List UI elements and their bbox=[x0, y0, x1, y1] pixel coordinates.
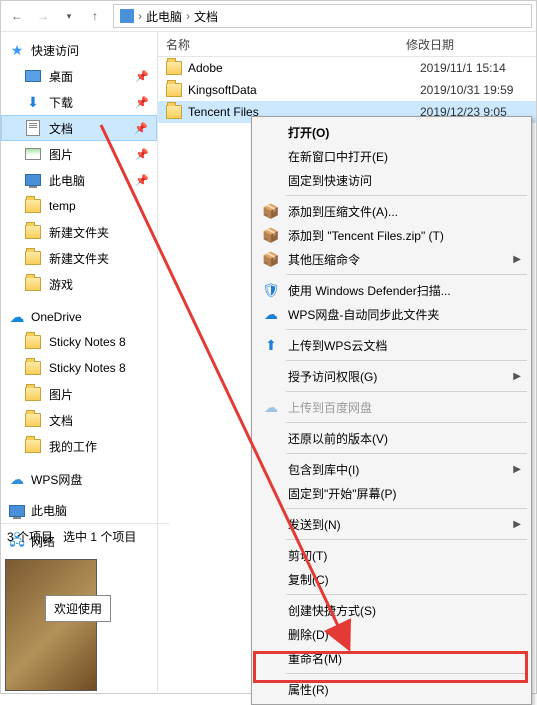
breadcrumb[interactable]: › 此电脑 › 文档 bbox=[113, 4, 532, 28]
download-icon: ⬇ bbox=[25, 94, 41, 110]
documents-icon bbox=[26, 120, 40, 136]
archive-icon: 📦 bbox=[262, 250, 280, 268]
status-selected: 选中 1 个项目 bbox=[63, 528, 136, 545]
desktop-preview: 欢迎使用 bbox=[1, 551, 157, 693]
menu-shortcut[interactable]: 创建快捷方式(S) bbox=[254, 598, 529, 622]
sidebar-item-thispc[interactable]: 此电脑📌 bbox=[1, 167, 157, 193]
sidebar-item-newfolder[interactable]: 新建文件夹 bbox=[1, 219, 157, 245]
column-headers: 名称 修改日期 bbox=[158, 32, 536, 57]
file-row[interactable]: Adobe2019/11/1 15:14 bbox=[158, 57, 536, 79]
recent-dropdown[interactable]: ▾ bbox=[57, 4, 81, 28]
chevron-right-icon: ▶ bbox=[513, 519, 521, 530]
folder-icon bbox=[25, 199, 41, 213]
chevron-right-icon: ▶ bbox=[513, 254, 521, 265]
menu-add-archive-named[interactable]: 📦添加到 "Tencent Files.zip" (T) bbox=[254, 223, 529, 247]
menu-copy[interactable]: 复制(C) bbox=[254, 567, 529, 591]
menu-baidu[interactable]: ☁上传到百度网盘 bbox=[254, 395, 529, 419]
folder-icon bbox=[166, 83, 182, 97]
pc-icon bbox=[9, 505, 25, 517]
folder-icon bbox=[166, 105, 182, 119]
baidu-icon: ☁ bbox=[262, 398, 280, 416]
onedrive-icon: ☁ bbox=[9, 309, 25, 325]
sidebar-item-od-work[interactable]: 我的工作 bbox=[1, 433, 157, 459]
sidebar-item-games[interactable]: 游戏 bbox=[1, 271, 157, 297]
menu-cut[interactable]: 剪切(T) bbox=[254, 543, 529, 567]
pin-icon: 📌 bbox=[135, 148, 149, 161]
folder-icon bbox=[25, 413, 41, 427]
sidebar-item-sticky[interactable]: Sticky Notes 8 bbox=[1, 329, 157, 355]
folder-icon bbox=[25, 387, 41, 401]
menu-defender[interactable]: 🛡使用 Windows Defender扫描... bbox=[254, 278, 529, 302]
status-count: 3 个项目 bbox=[7, 528, 53, 545]
menu-restore[interactable]: 还原以前的版本(V) bbox=[254, 426, 529, 450]
menu-properties[interactable]: 属性(R) bbox=[254, 677, 529, 701]
menu-pin-quick[interactable]: 固定到快速访问 bbox=[254, 168, 529, 192]
folder-icon bbox=[25, 439, 41, 453]
desktop-icon bbox=[25, 70, 41, 82]
menu-grant-access[interactable]: 授予访问权限(G)▶ bbox=[254, 364, 529, 388]
quick-access-header[interactable]: ★ 快速访问 bbox=[1, 38, 157, 63]
pin-icon: 📌 bbox=[134, 122, 148, 135]
address-toolbar: ← → ▾ ↑ › 此电脑 › 文档 bbox=[1, 1, 536, 32]
welcome-bubble: 欢迎使用 bbox=[45, 595, 111, 622]
sidebar-item-od-docs[interactable]: 文档 bbox=[1, 407, 157, 433]
pictures-icon bbox=[25, 148, 41, 160]
file-row[interactable]: KingsoftData2019/10/31 19:59 bbox=[158, 79, 536, 101]
chevron-right-icon: ▶ bbox=[513, 464, 521, 475]
folder-icon bbox=[25, 335, 41, 349]
folder-icon bbox=[25, 225, 41, 239]
archive-icon: 📦 bbox=[262, 226, 280, 244]
archive-icon: 📦 bbox=[262, 202, 280, 220]
menu-send-to[interactable]: 发送到(N)▶ bbox=[254, 512, 529, 536]
menu-rename[interactable]: 重命名(M) bbox=[254, 646, 529, 670]
menu-wps-upload[interactable]: ⬆上传到WPS云文档 bbox=[254, 333, 529, 357]
sidebar-item-pictures[interactable]: 图片📌 bbox=[1, 141, 157, 167]
col-date[interactable]: 修改日期 bbox=[406, 36, 536, 53]
sidebar-item-documents[interactable]: 文档📌 bbox=[1, 115, 157, 141]
menu-open[interactable]: 打开(O) bbox=[254, 120, 529, 144]
sidebar-item-newfolder[interactable]: 新建文件夹 bbox=[1, 245, 157, 271]
folder-icon bbox=[166, 61, 182, 75]
pc-icon bbox=[25, 174, 41, 186]
menu-add-archive[interactable]: 📦添加到压缩文件(A)... bbox=[254, 199, 529, 223]
chevron-right-icon: › bbox=[186, 9, 190, 23]
wps-upload-icon: ⬆ bbox=[262, 336, 280, 354]
sidebar-item-downloads[interactable]: ⬇下载📌 bbox=[1, 89, 157, 115]
chevron-right-icon: ▶ bbox=[513, 371, 521, 382]
pin-icon: 📌 bbox=[135, 70, 149, 83]
up-button[interactable]: ↑ bbox=[83, 4, 107, 28]
menu-other-zip[interactable]: 📦其他压缩命令▶ bbox=[254, 247, 529, 271]
breadcrumb-root[interactable]: 此电脑 bbox=[146, 8, 182, 25]
back-button[interactable]: ← bbox=[5, 4, 29, 28]
onedrive-header[interactable]: ☁OneDrive bbox=[1, 305, 157, 329]
folder-icon bbox=[25, 361, 41, 375]
folder-icon bbox=[25, 277, 41, 291]
chevron-right-icon: › bbox=[138, 9, 142, 23]
sidebar-item-temp[interactable]: temp bbox=[1, 193, 157, 219]
context-menu: 打开(O) 在新窗口中打开(E) 固定到快速访问 📦添加到压缩文件(A)... … bbox=[251, 116, 532, 705]
menu-delete[interactable]: 删除(D) bbox=[254, 622, 529, 646]
pc-icon bbox=[120, 9, 134, 23]
wps-cloud-icon: ☁ bbox=[9, 472, 25, 488]
pin-icon: 📌 bbox=[135, 174, 149, 187]
col-name[interactable]: 名称 bbox=[166, 36, 406, 53]
wallpaper-thumb bbox=[5, 559, 97, 691]
breadcrumb-folder[interactable]: 文档 bbox=[194, 8, 218, 25]
thispc-header[interactable]: 此电脑 bbox=[1, 498, 157, 523]
sidebar-item-desktop[interactable]: 桌面📌 bbox=[1, 63, 157, 89]
menu-open-new-window[interactable]: 在新窗口中打开(E) bbox=[254, 144, 529, 168]
folder-icon bbox=[25, 251, 41, 265]
pin-icon: 📌 bbox=[135, 96, 149, 109]
menu-wps-sync[interactable]: ☁WPS网盘-自动同步此文件夹 bbox=[254, 302, 529, 326]
sidebar-item-sticky[interactable]: Sticky Notes 8 bbox=[1, 355, 157, 381]
sidebar-item-od-pictures[interactable]: 图片 bbox=[1, 381, 157, 407]
status-bar: 3 个项目 选中 1 个项目 bbox=[1, 523, 169, 549]
menu-pin-start[interactable]: 固定到"开始"屏幕(P) bbox=[254, 481, 529, 505]
forward-button[interactable]: → bbox=[31, 4, 55, 28]
star-icon: ★ bbox=[9, 43, 25, 59]
shield-icon: 🛡 bbox=[262, 281, 280, 299]
menu-include-lib[interactable]: 包含到库中(I)▶ bbox=[254, 457, 529, 481]
wps-icon: ☁ bbox=[262, 305, 280, 323]
wps-header[interactable]: ☁WPS网盘 bbox=[1, 467, 157, 492]
